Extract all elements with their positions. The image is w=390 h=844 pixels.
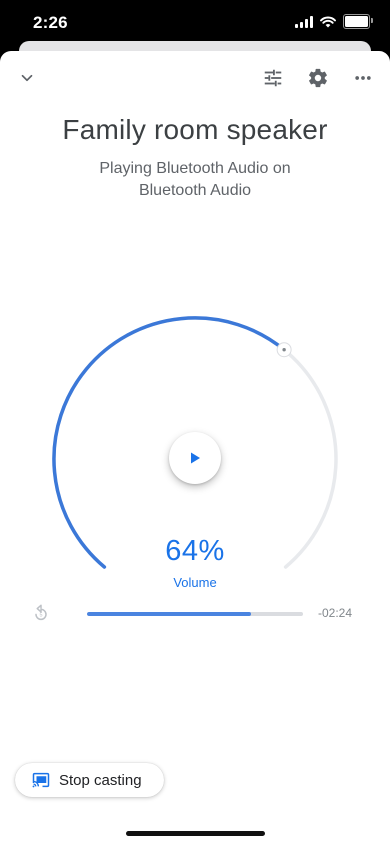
collapse-button[interactable] <box>9 60 45 96</box>
stop-casting-label: Stop casting <box>59 771 142 789</box>
more-horizontal-icon <box>355 76 371 80</box>
status-icons <box>295 14 373 29</box>
volume-percentage: 64% <box>165 535 225 567</box>
cast-connected-icon <box>32 772 50 788</box>
more-options-button[interactable] <box>345 60 381 96</box>
playback-subtitle: Playing Bluetooth Audio on Bluetooth Aud… <box>99 160 291 199</box>
wifi-icon <box>320 16 336 27</box>
svg-text:5: 5 <box>39 613 42 619</box>
cast-control-sheet: Family room speaker Playing Bluetooth Au… <box>0 51 390 844</box>
volume-slider-thumb[interactable] <box>276 342 292 358</box>
device-title: Family room speaker <box>62 114 328 145</box>
playback-progress-fill <box>87 612 252 616</box>
status-bar: 2:26 <box>0 0 390 46</box>
cellular-signal-icon <box>295 15 313 28</box>
gear-icon <box>309 68 327 88</box>
stop-casting-button[interactable]: Stop casting <box>15 763 164 797</box>
volume-arc-fill <box>52 316 286 569</box>
volume-label: Volume <box>173 575 217 590</box>
play-button[interactable] <box>169 432 221 484</box>
replay-button[interactable]: 5 <box>23 596 59 632</box>
home-indicator <box>126 831 265 836</box>
playback-progress-bar[interactable] <box>87 612 303 616</box>
battery-icon <box>343 14 373 29</box>
replay-icon: 5 <box>35 604 47 621</box>
settings-button[interactable] <box>300 60 336 96</box>
status-time: 2:26 <box>33 13 68 32</box>
tune-icon <box>264 69 282 87</box>
time-remaining: -02:24 <box>318 606 353 620</box>
equalizer-button[interactable] <box>255 60 291 96</box>
chevron-down-icon <box>21 74 33 82</box>
play-icon <box>191 452 200 464</box>
